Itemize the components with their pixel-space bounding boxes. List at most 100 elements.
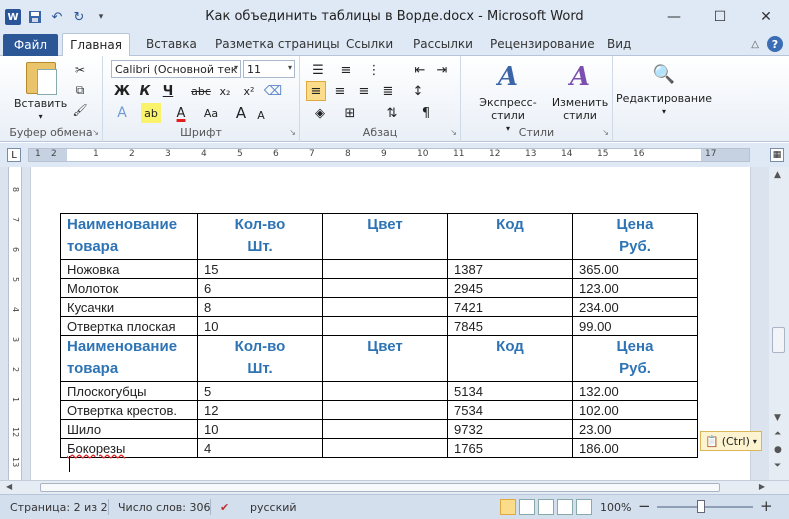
cut-icon[interactable]: ✂	[72, 62, 88, 78]
text-effects-icon[interactable]: A	[112, 103, 132, 123]
draft-view-icon[interactable]	[576, 499, 592, 515]
clipboard-launcher-icon[interactable]: ↘	[92, 128, 99, 137]
maximize-button[interactable]: ☐	[697, 0, 743, 34]
word-app-icon[interactable]: W	[5, 9, 21, 25]
table-cell[interactable]: 234.00	[572, 297, 698, 317]
scroll-up-icon[interactable]: ▲	[774, 170, 781, 180]
highlight-icon[interactable]: ab	[141, 103, 161, 123]
borders-icon[interactable]: ⊞	[340, 103, 360, 123]
header-cell[interactable]: Код	[447, 335, 573, 382]
horizontal-scrollbar[interactable]: ◀ ▶	[0, 480, 789, 494]
table-cell[interactable]: 1387	[447, 259, 573, 279]
table-cell[interactable]: 2945	[447, 278, 573, 298]
header-cell[interactable]: Цена Руб.	[572, 335, 698, 382]
table-cell[interactable]: 5	[197, 381, 323, 401]
subscript-button[interactable]: x₂	[215, 81, 235, 101]
header-cell[interactable]: Кол-во Шт.	[197, 213, 323, 260]
collapse-ribbon-icon[interactable]: △	[751, 39, 759, 50]
header-cell[interactable]: Наименование товара	[60, 213, 198, 260]
increase-indent-icon[interactable]: ⇥	[432, 60, 452, 80]
table-cell[interactable]	[322, 438, 448, 458]
table-cell[interactable]: Отвертка плоская	[60, 316, 198, 336]
table-cell[interactable]: 8	[197, 297, 323, 317]
tab-insert[interactable]: Вставка	[146, 37, 197, 51]
header-cell[interactable]: Код	[447, 213, 573, 260]
table-cell[interactable]: 186.00	[572, 438, 698, 458]
redo-icon[interactable]: ↻	[71, 9, 87, 25]
header-cell[interactable]: Цена Руб.	[572, 213, 698, 260]
font-launcher-icon[interactable]: ↘	[289, 128, 296, 137]
outline-view-icon[interactable]	[557, 499, 573, 515]
table-cell[interactable]	[322, 419, 448, 439]
vertical-scroll-thumb[interactable]	[772, 327, 785, 353]
table-cell[interactable]: 5134	[447, 381, 573, 401]
align-center-icon[interactable]: ≡	[330, 81, 350, 101]
browse-object-icon[interactable]: ●	[774, 445, 782, 455]
table-cell[interactable]: Кусачки	[60, 297, 198, 317]
decrease-indent-icon[interactable]: ⇤	[410, 60, 430, 80]
print-layout-view-icon[interactable]	[500, 499, 516, 515]
next-page-icon[interactable]: ⏷	[774, 461, 781, 471]
font-name-combo[interactable]: Calibri (Основной тек ▾	[111, 60, 241, 78]
table-cell[interactable]: 9732	[447, 419, 573, 439]
table-cell[interactable]: Бокорезы	[60, 438, 198, 458]
save-icon[interactable]	[27, 9, 43, 25]
tab-page-layout[interactable]: Разметка страницы	[215, 37, 340, 51]
table-cell[interactable]: 7421	[447, 297, 573, 317]
table-cell[interactable]: 1765	[447, 438, 573, 458]
bullets-icon[interactable]: ☰	[308, 60, 328, 80]
zoom-out-button[interactable]: −	[638, 497, 651, 515]
tab-file[interactable]: Файл	[3, 34, 58, 56]
grow-font-button[interactable]: A	[231, 103, 251, 123]
tab-references[interactable]: Ссылки	[346, 37, 393, 51]
table-cell[interactable]	[322, 278, 448, 298]
table-cell[interactable]: 102.00	[572, 400, 698, 420]
table-cell[interactable]: Ножовка	[60, 259, 198, 279]
sort-icon[interactable]: ⇅	[382, 103, 402, 123]
clear-formatting-icon[interactable]: ⌫	[263, 81, 283, 101]
line-spacing-icon[interactable]: ↕	[408, 81, 428, 101]
italic-button[interactable]: К	[135, 81, 155, 101]
strikethrough-button[interactable]: abc	[191, 81, 211, 101]
misspelled-word[interactable]: Бокорезы	[67, 441, 125, 456]
table-cell[interactable]: Плоскогубцы	[60, 381, 198, 401]
change-styles-button[interactable]: A Изменить стили	[551, 60, 609, 123]
underline-button[interactable]: Ч	[158, 81, 178, 101]
table-cell[interactable]: 4	[197, 438, 323, 458]
previous-page-icon[interactable]: ⏶	[774, 429, 781, 439]
align-right-icon[interactable]: ≡	[354, 81, 374, 101]
proofing-icon[interactable]: ✔	[220, 501, 229, 514]
table-cell[interactable]: Шило	[60, 419, 198, 439]
table-cell[interactable]: 7534	[447, 400, 573, 420]
table-cell[interactable]: 123.00	[572, 278, 698, 298]
customize-toolbar-icon[interactable]: ▾	[93, 9, 109, 25]
table-cell[interactable]	[322, 381, 448, 401]
help-icon[interactable]: ?	[767, 36, 783, 52]
numbering-icon[interactable]: ≡	[336, 60, 356, 80]
document-page[interactable]: Наименование товара Кол-во Шт. Цвет Код Це…	[30, 167, 751, 480]
vertical-scrollbar[interactable]: ▲ ▼ ⏶ ● ⏷	[769, 167, 789, 480]
tab-review[interactable]: Рецензирование	[490, 37, 595, 51]
table-cell[interactable]: 10	[197, 316, 323, 336]
table-cell[interactable]	[322, 316, 448, 336]
table-cell[interactable]	[322, 297, 448, 317]
web-layout-view-icon[interactable]	[538, 499, 554, 515]
styles-launcher-icon[interactable]: ↘	[602, 128, 609, 137]
show-formatting-button[interactable]: ¶	[416, 103, 436, 123]
multilevel-list-icon[interactable]: ⋮	[364, 60, 384, 80]
zoom-slider[interactable]	[657, 506, 753, 508]
bold-button[interactable]: Ж	[112, 81, 132, 101]
minimize-button[interactable]: —	[651, 0, 697, 34]
horizontal-scroll-thumb[interactable]	[40, 483, 720, 492]
page-count[interactable]: Страница: 2 из 2	[10, 501, 108, 514]
tab-home[interactable]: Главная	[62, 33, 130, 56]
quick-styles-button[interactable]: A Экспресс-стили ▾	[467, 60, 549, 135]
table-cell[interactable]	[322, 400, 448, 420]
table-cell[interactable]: 23.00	[572, 419, 698, 439]
font-size-combo[interactable]: 11 ▾	[243, 60, 295, 78]
close-button[interactable]: ✕	[743, 0, 789, 34]
table-cell[interactable]: Отвертка крестов.	[60, 400, 198, 420]
font-color-button[interactable]: А	[171, 103, 191, 123]
tab-mailings[interactable]: Рассылки	[413, 37, 473, 51]
paste-options-button[interactable]: 📋 (Ctrl) ▾	[700, 431, 762, 451]
